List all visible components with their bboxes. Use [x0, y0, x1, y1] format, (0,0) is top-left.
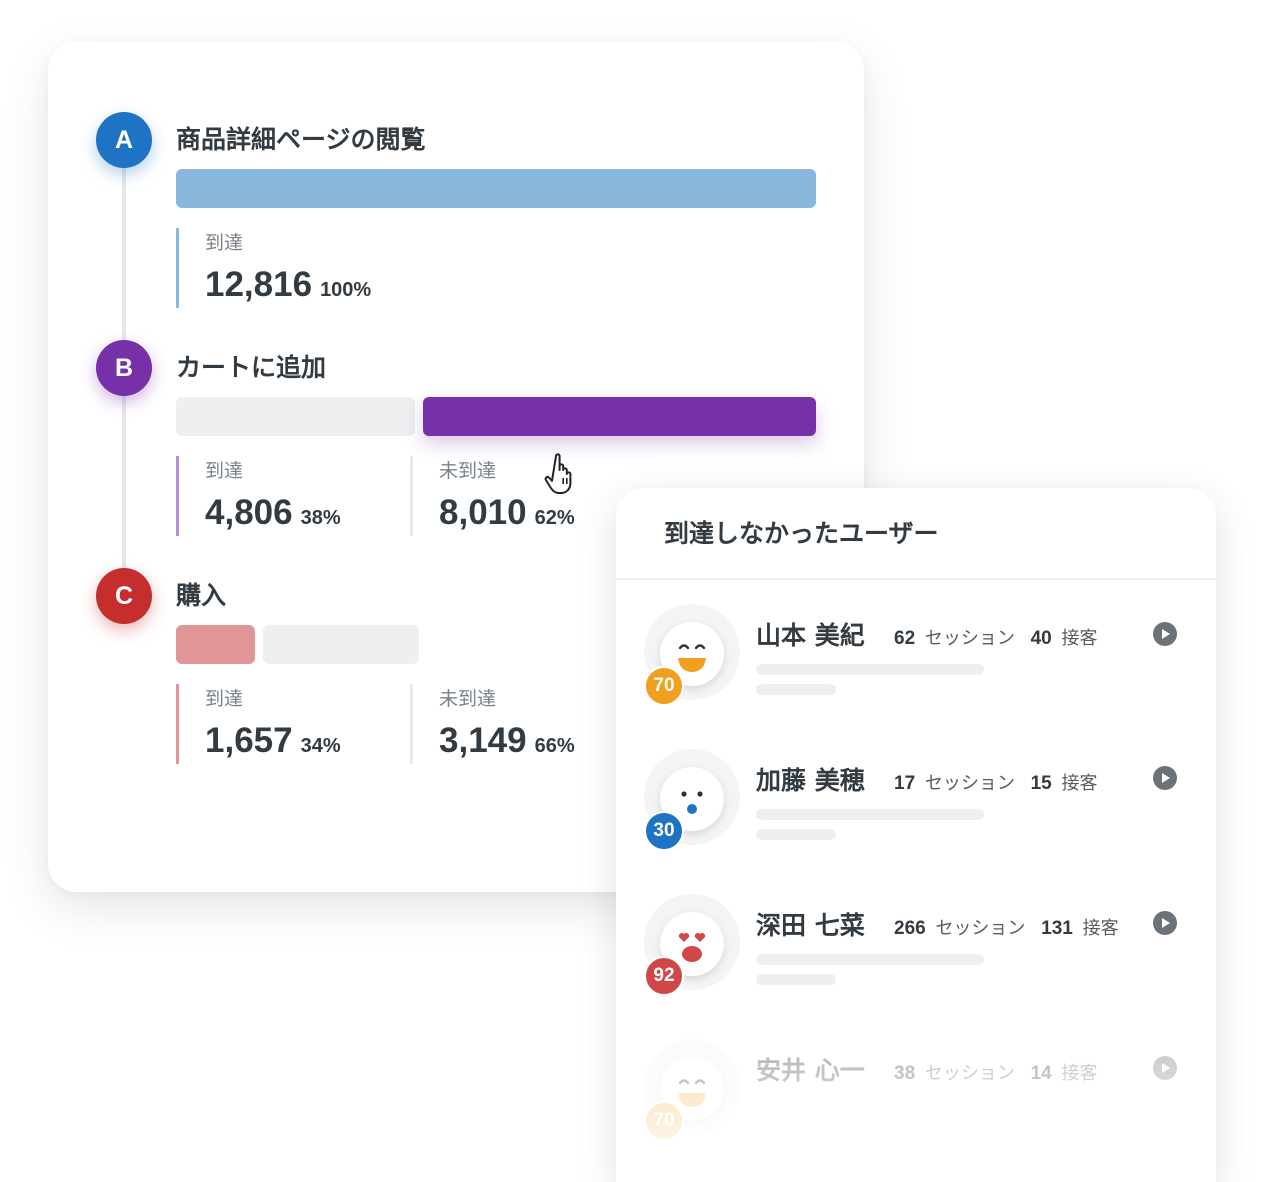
- step-b-badge: B: [96, 340, 152, 396]
- engagement-label: 接客: [1061, 628, 1098, 649]
- not-reached-count: 8,010: [439, 493, 527, 532]
- session-label: セッション: [924, 1063, 1015, 1084]
- placeholder-line: [756, 684, 836, 695]
- score-badge: 70: [644, 1101, 684, 1141]
- user-stats: 266 セッション 131 接客: [894, 914, 1129, 940]
- divider: [616, 578, 1216, 580]
- reached-count: 4,806: [205, 493, 293, 532]
- user-name: 山本 美紀: [756, 621, 865, 650]
- session-label: セッション: [924, 773, 1015, 794]
- step-a-title: 商品詳細ページの閲覧: [176, 125, 426, 154]
- step-a-badge: A: [96, 112, 152, 168]
- not-reached-percent: 62%: [534, 507, 575, 529]
- engagement-label: 接客: [1061, 1063, 1098, 1084]
- user-stats: 38 セッション 14 接客: [894, 1059, 1107, 1085]
- step-c-reached-stat: 到達 1,657 34%: [176, 684, 341, 764]
- step-c-reached-bar[interactable]: [176, 625, 255, 664]
- users-panel-title: 到達しなかったユーザー: [664, 519, 939, 548]
- step-c-not-reached-bar[interactable]: [262, 625, 420, 664]
- session-count: 38: [894, 1063, 916, 1084]
- engagement-label: 接客: [1082, 918, 1119, 939]
- play-icon[interactable]: [1152, 910, 1178, 936]
- score-badge: 70: [644, 666, 684, 706]
- session-label: セッション: [924, 628, 1015, 649]
- reached-count: 1,657: [205, 721, 293, 760]
- play-icon[interactable]: [1152, 765, 1178, 791]
- engagement-count: 40: [1030, 628, 1052, 649]
- user-row[interactable]: 92 深田 七菜 266 セッション 131 接客: [616, 894, 1216, 1034]
- reached-percent: 38%: [300, 507, 341, 529]
- score-badge: 30: [644, 811, 684, 851]
- not-reached-percent: 66%: [534, 735, 575, 757]
- non-reached-users-panel: 到達しなかったユーザー 70 山本 美紀 62 セッション 40 接客 30 加…: [616, 488, 1216, 1182]
- not-reached-count: 3,149: [439, 721, 527, 760]
- step-b-not-reached-bar[interactable]: [423, 397, 816, 436]
- user-name: 安井 心一: [756, 1056, 865, 1085]
- engagement-count: 14: [1030, 1063, 1052, 1084]
- user-name: 加藤 美穂: [756, 766, 865, 795]
- step-a-reached-bar[interactable]: [176, 169, 816, 208]
- engagement-count: 131: [1041, 918, 1073, 939]
- play-icon[interactable]: [1152, 621, 1178, 647]
- reached-percent: 100%: [320, 279, 372, 301]
- step-b-reached-stat: 到達 4,806 38%: [176, 456, 341, 536]
- placeholder-line: [756, 974, 836, 985]
- user-row[interactable]: 70 山本 美紀 62 セッション 40 接客: [616, 604, 1216, 744]
- user-name: 深田 七菜: [756, 911, 865, 940]
- step-c-title: 購入: [176, 581, 227, 610]
- session-count: 62: [894, 628, 916, 649]
- placeholder-line: [756, 829, 836, 840]
- not-reached-label: 未到達: [439, 688, 497, 710]
- step-b-title: カートに追加: [176, 353, 327, 382]
- session-label: セッション: [935, 918, 1026, 939]
- reached-label: 到達: [205, 688, 244, 710]
- step-c-badge: C: [96, 568, 152, 624]
- step-b-reached-bar[interactable]: [176, 397, 416, 436]
- reached-label: 到達: [205, 460, 244, 482]
- reached-percent: 34%: [300, 735, 341, 757]
- play-icon[interactable]: [1152, 1055, 1178, 1081]
- engagement-count: 15: [1030, 773, 1052, 794]
- reached-label: 到達: [205, 232, 244, 254]
- score-badge: 92: [644, 956, 684, 996]
- placeholder-line: [756, 664, 984, 675]
- user-stats: 17 セッション 15 接客: [894, 769, 1107, 795]
- placeholder-line: [756, 954, 984, 965]
- user-stats: 62 セッション 40 接客: [894, 624, 1107, 650]
- placeholder-line: [756, 809, 984, 820]
- user-row[interactable]: 70 安井 心一 38 セッション 14 接客: [616, 1039, 1216, 1179]
- step-a-reached-stat: 到達 12,816 100%: [176, 228, 371, 308]
- user-row[interactable]: 30 加藤 美穂 17 セッション 15 接客: [616, 749, 1216, 889]
- hand-cursor-icon: [544, 453, 572, 494]
- session-count: 266: [894, 918, 926, 939]
- engagement-label: 接客: [1061, 773, 1098, 794]
- step-c-not-reached-stat: 未到達 3,149 66%: [410, 684, 575, 764]
- session-count: 17: [894, 773, 916, 794]
- reached-count: 12,816: [205, 265, 313, 304]
